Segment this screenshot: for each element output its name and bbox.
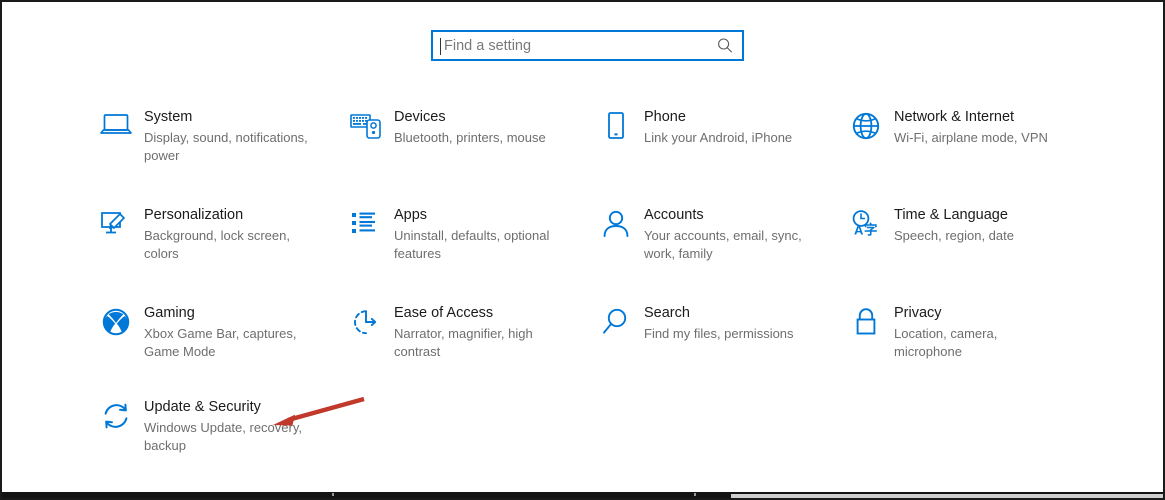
tile-description: Bluetooth, printers, mouse xyxy=(394,130,546,145)
tile-title: Time & Language xyxy=(894,207,1008,223)
tile-privacy[interactable]: Privacy Location, camera, microphone xyxy=(848,304,1098,398)
tile-network-internet[interactable]: Network & Internet Wi-Fi, airplane mode,… xyxy=(848,108,1098,206)
tile-description: Display, sound, notifications, power xyxy=(144,130,308,163)
tile-description: Your accounts, email, sync, work, family xyxy=(644,228,802,261)
tile-title: Privacy xyxy=(894,305,942,321)
settings-row: Personalization Background, lock screen,… xyxy=(98,206,1138,304)
tile-description: Uninstall, defaults, optional features xyxy=(394,228,550,261)
search-bar[interactable] xyxy=(431,30,744,61)
tile-text: Update & Security Windows Update, recove… xyxy=(144,398,316,455)
tile-description: Find my files, permissions xyxy=(644,326,794,341)
tile-personalization[interactable]: Personalization Background, lock screen,… xyxy=(98,206,348,304)
tile-text: Accounts Your accounts, email, sync, wor… xyxy=(644,206,816,263)
tile-text: System Display, sound, notifications, po… xyxy=(144,108,316,165)
lock-icon xyxy=(848,304,894,346)
globe-icon xyxy=(848,108,894,150)
tile-gaming[interactable]: Gaming Xbox Game Bar, captures, Game Mod… xyxy=(98,304,348,398)
tile-title: Update & Security xyxy=(144,399,261,415)
laptop-icon xyxy=(98,108,144,150)
tile-description: Background, lock screen, colors xyxy=(144,228,290,261)
tile-title: Ease of Access xyxy=(394,305,494,321)
clock-language-icon: A 字 xyxy=(848,206,894,248)
tile-text: Time & Language Speech, region, date xyxy=(894,206,1014,245)
tile-title: Search xyxy=(644,305,690,321)
tile-text: Privacy Location, camera, microphone xyxy=(894,304,1066,361)
tile-text: Phone Link your Android, iPhone xyxy=(644,108,792,147)
search-input[interactable] xyxy=(444,32,708,59)
search-box[interactable] xyxy=(431,30,744,61)
tile-title: Gaming xyxy=(144,305,195,321)
tile-description: Wi-Fi, airplane mode, VPN xyxy=(894,130,1048,145)
settings-window: System Display, sound, notifications, po… xyxy=(0,0,1165,500)
monitor-brush-icon xyxy=(98,206,144,248)
tile-text: Gaming Xbox Game Bar, captures, Game Mod… xyxy=(144,304,316,361)
phone-icon xyxy=(598,108,644,150)
keyboard-mouse-icon xyxy=(348,108,394,150)
tile-system[interactable]: System Display, sound, notifications, po… xyxy=(98,108,348,206)
tile-text: Search Find my files, permissions xyxy=(644,304,794,343)
tile-description: Speech, region, date xyxy=(894,228,1014,243)
person-icon xyxy=(598,206,644,248)
tile-description: Windows Update, recovery, backup xyxy=(144,420,302,453)
tile-description: Link your Android, iPhone xyxy=(644,130,793,145)
bottom-chrome-tick xyxy=(694,493,696,496)
tile-description: Location, camera, microphone xyxy=(894,326,998,359)
tile-title: Apps xyxy=(394,207,428,223)
magnifier-icon xyxy=(598,304,644,346)
tile-title: Network & Internet xyxy=(894,109,1015,125)
svg-text:A: A xyxy=(854,223,864,238)
xbox-icon xyxy=(98,304,144,346)
tile-text: Network & Internet Wi-Fi, airplane mode,… xyxy=(894,108,1048,147)
tile-apps[interactable]: Apps Uninstall, defaults, optional featu… xyxy=(348,206,598,304)
settings-row: Gaming Xbox Game Bar, captures, Game Mod… xyxy=(98,304,1138,398)
settings-grid: System Display, sound, notifications, po… xyxy=(98,108,1138,488)
settings-row: System Display, sound, notifications, po… xyxy=(98,108,1138,206)
ease-of-access-icon xyxy=(348,304,394,346)
tile-devices[interactable]: Devices Bluetooth, printers, mouse xyxy=(348,108,598,206)
refresh-sync-icon xyxy=(98,398,144,440)
text-caret xyxy=(440,38,441,55)
tile-accounts[interactable]: Accounts Your accounts, email, sync, wor… xyxy=(598,206,848,304)
tile-title: Personalization xyxy=(144,207,244,223)
tile-text: Devices Bluetooth, printers, mouse xyxy=(394,108,546,147)
tile-title: Phone xyxy=(644,109,686,125)
tile-description: Xbox Game Bar, captures, Game Mode xyxy=(144,326,297,359)
tile-ease-of-access[interactable]: Ease of Access Narrator, magnifier, high… xyxy=(348,304,598,398)
settings-row: Update & Security Windows Update, recove… xyxy=(98,398,1138,488)
tile-search[interactable]: Search Find my files, permissions xyxy=(598,304,848,398)
tile-title: Accounts xyxy=(644,207,704,223)
tile-time-language[interactable]: A 字 Time & Language Speech, region, date xyxy=(848,206,1098,304)
bottom-chrome-right-segment xyxy=(731,494,1163,498)
tile-description: Narrator, magnifier, high contrast xyxy=(394,326,533,359)
tile-title: Devices xyxy=(394,109,446,125)
search-icon[interactable] xyxy=(716,37,734,55)
tile-phone[interactable]: Phone Link your Android, iPhone xyxy=(598,108,848,206)
list-icon xyxy=(348,206,394,248)
tile-text: Ease of Access Narrator, magnifier, high… xyxy=(394,304,566,361)
svg-text:字: 字 xyxy=(864,222,878,239)
tile-update-security[interactable]: Update & Security Windows Update, recove… xyxy=(98,398,348,488)
tile-title: System xyxy=(144,109,193,125)
bottom-chrome-tick xyxy=(332,493,334,496)
tile-text: Apps Uninstall, defaults, optional featu… xyxy=(394,206,566,263)
tile-text: Personalization Background, lock screen,… xyxy=(144,206,316,263)
